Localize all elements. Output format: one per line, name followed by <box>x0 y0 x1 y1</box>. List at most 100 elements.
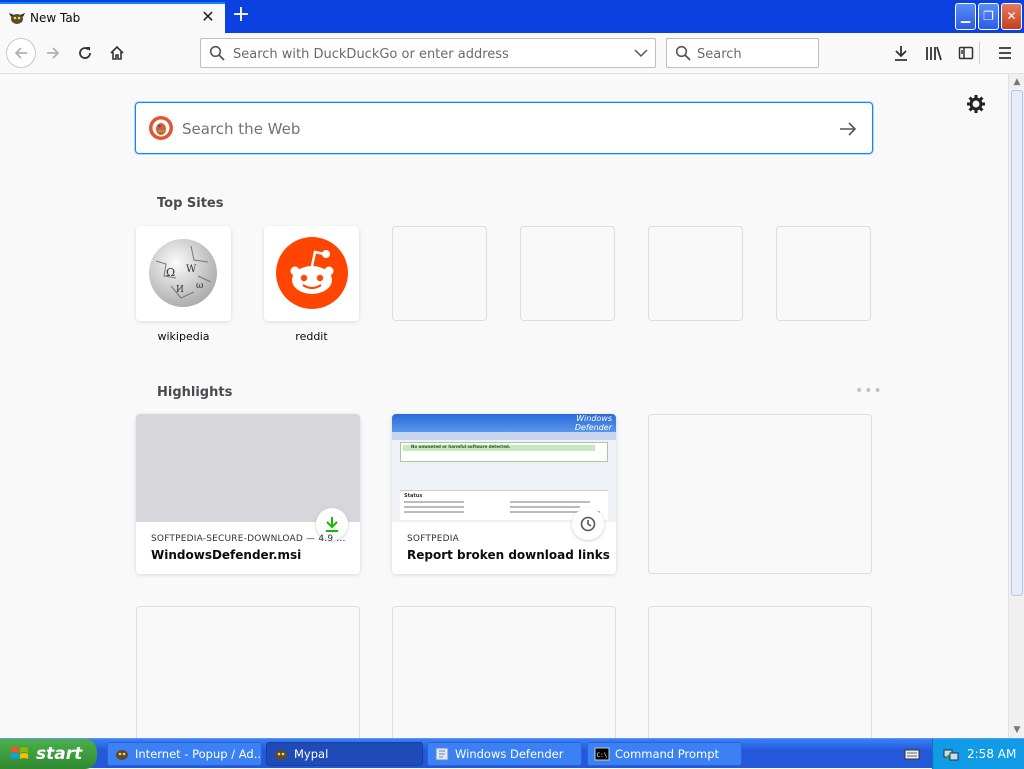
network-icon[interactable] <box>943 746 959 762</box>
clock[interactable]: 2:58 AM <box>967 747 1016 761</box>
top-site-tile-wikipedia[interactable]: Ω W И ω <box>136 226 231 321</box>
top-site-tile-empty <box>776 226 871 321</box>
vertical-scrollbar[interactable]: ▲ ▼ <box>1008 74 1024 738</box>
svg-text:И: И <box>176 285 184 295</box>
tab-new-tab[interactable]: New Tab ✕ <box>0 2 225 33</box>
highlight-card[interactable]: SOFTPEDIA-SECURE-DOWNLOAD — 4.9 ... Wind… <box>136 414 360 574</box>
taskbar-item-windows-defender[interactable]: Windows Defender <box>427 742 582 766</box>
taskbar-item-command-prompt[interactable]: C:\ Command Prompt <box>587 742 742 766</box>
search-submit-arrow-icon[interactable] <box>838 119 858 139</box>
thumb-header-strip <box>392 432 616 440</box>
library-button[interactable] <box>921 40 947 66</box>
gear-icon[interactable] <box>966 94 986 114</box>
back-button[interactable] <box>6 38 36 68</box>
search-input[interactable] <box>697 44 812 64</box>
card-title: WindowsDefender.msi <box>151 548 302 562</box>
home-button[interactable] <box>104 40 130 66</box>
navigation-toolbar <box>0 33 1024 74</box>
highlight-card-empty <box>648 414 872 574</box>
top-sites-heading: Top Sites <box>157 196 224 211</box>
task-label: Windows Defender <box>455 747 564 761</box>
scroll-up-arrow-icon[interactable]: ▲ <box>1009 74 1024 90</box>
windows-defender-icon <box>435 747 449 761</box>
task-label: Mypal <box>294 747 329 761</box>
card-source: SOFTPEDIA <box>407 534 459 544</box>
top-site-label: wikipedia <box>157 330 210 343</box>
highlights-more-icon[interactable]: ••• <box>855 383 883 399</box>
duckduckgo-icon <box>149 116 173 140</box>
thumb-notice-text: No unwanted or harmful software detected… <box>411 444 511 449</box>
close-window-button[interactable]: ✕ <box>1001 3 1022 30</box>
svg-text:Ω: Ω <box>166 266 175 279</box>
top-site-tile-empty <box>392 226 487 321</box>
highlight-card-empty <box>392 606 616 738</box>
mypal-icon <box>116 750 128 760</box>
new-tab-button[interactable]: + <box>229 4 253 28</box>
reload-button[interactable] <box>72 40 98 66</box>
forward-arrow-icon <box>47 47 60 59</box>
scrollbar-thumb[interactable] <box>1011 90 1023 596</box>
search-bar[interactable] <box>666 38 819 68</box>
toolbar-separator <box>979 42 980 64</box>
new-tab-page: Top Sites Ω W И ω wikipedia reddit <box>0 74 1008 738</box>
taskbar-item-internet-popup[interactable]: Internet - Popup / Ad... <box>107 742 262 766</box>
start-label: start <box>36 744 83 764</box>
card-thumbnail: Windows Defender No unwanted or harmful … <box>392 414 616 522</box>
system-tray: 2:58 AM <box>932 739 1024 769</box>
card-source: SOFTPEDIA-SECURE-DOWNLOAD — 4.9 ... <box>151 534 346 544</box>
back-arrow-icon <box>14 47 27 59</box>
downloads-button[interactable] <box>888 40 914 66</box>
wikipedia-icon: Ω W И ω <box>149 239 217 307</box>
sidebar-button[interactable] <box>953 40 979 66</box>
home-icon <box>110 45 124 60</box>
reddit-icon <box>276 237 348 309</box>
minimize-button[interactable]: ▁ <box>955 3 976 30</box>
search-icon <box>675 45 691 61</box>
sidebar-icon <box>958 46 974 60</box>
thumb-status-label: Status <box>404 493 423 499</box>
thumb-brand-line1: Windows <box>576 414 612 423</box>
library-icon <box>926 46 942 61</box>
hamburger-menu-icon <box>999 47 1011 59</box>
address-bar[interactable] <box>200 38 656 68</box>
mypal-icon <box>9 13 25 24</box>
search-icon <box>209 45 225 61</box>
top-site-label: reddit <box>295 330 328 343</box>
top-site-tile-empty <box>648 226 743 321</box>
task-label: Command Prompt <box>615 747 720 761</box>
task-label: Internet - Popup / Ad... <box>135 747 262 761</box>
highlight-card[interactable]: Windows Defender No unwanted or harmful … <box>392 414 616 574</box>
web-search-input[interactable] <box>182 117 802 141</box>
svg-text:ω: ω <box>196 281 203 291</box>
thumb-brand-line2: Defender <box>574 423 612 432</box>
chevron-down-icon[interactable] <box>633 45 649 61</box>
top-site-tile-reddit[interactable] <box>264 226 359 321</box>
tab-close-icon[interactable]: ✕ <box>198 7 218 27</box>
svg-text:C:\: C:\ <box>597 752 608 759</box>
card-thumbnail <box>136 414 360 522</box>
tab-title: New Tab <box>30 11 81 25</box>
thumb-notice: No unwanted or harmful software detected… <box>400 442 608 462</box>
keyboard-icon[interactable] <box>904 747 920 761</box>
mypal-icon <box>275 750 287 760</box>
thumb-brand: Windows Defender <box>562 414 616 434</box>
taskbar: start Internet - Popup / Ad... Mypal Win… <box>0 738 1024 769</box>
start-button[interactable]: start <box>0 739 97 769</box>
svg-text:W: W <box>186 264 197 275</box>
menu-button[interactable] <box>992 40 1018 66</box>
forward-button[interactable] <box>40 40 66 66</box>
download-icon <box>895 46 907 61</box>
title-bar: New Tab ✕ + ▁ ❐ ✕ <box>0 0 1024 33</box>
command-prompt-icon: C:\ <box>594 747 610 761</box>
taskbar-item-mypal[interactable]: Mypal <box>266 742 423 766</box>
top-site-tile-empty <box>520 226 615 321</box>
card-title: Report broken download links <box>407 548 610 562</box>
highlight-card-empty <box>648 606 872 738</box>
scroll-down-arrow-icon[interactable]: ▼ <box>1009 722 1024 738</box>
address-input[interactable] <box>233 44 623 64</box>
maximize-button[interactable]: ❐ <box>978 3 999 30</box>
reload-icon <box>79 47 91 59</box>
highlight-card-empty <box>136 606 360 738</box>
highlights-heading: Highlights <box>157 385 233 400</box>
web-search-box[interactable] <box>135 102 873 154</box>
